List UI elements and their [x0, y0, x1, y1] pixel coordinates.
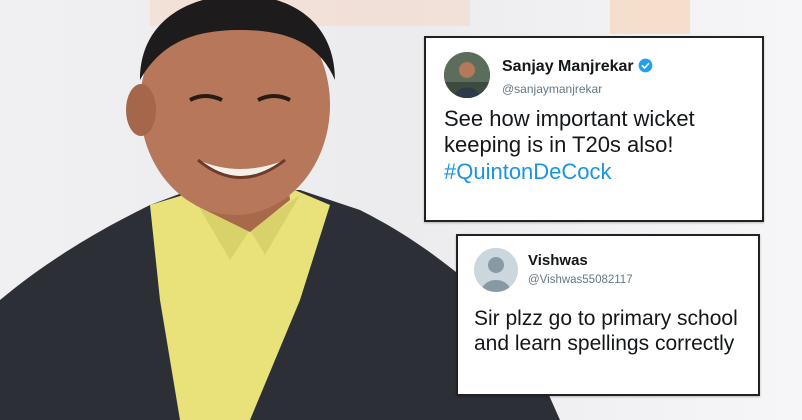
default-avatar-icon [474, 248, 518, 292]
tweet-author-name[interactable]: Sanjay Manjrekar [502, 58, 653, 76]
tweet-text: See how important wicket keeping is in T… [444, 106, 744, 185]
avatar[interactable] [474, 248, 518, 292]
profile-photo-icon [444, 52, 490, 98]
tweet-author-handle[interactable]: @Vishwas55082117 [528, 274, 633, 286]
verified-badge-icon [638, 58, 652, 73]
tweet-card-vishwas: Vishwas @Vishwas55082117 Sir plzz go to … [456, 234, 760, 396]
tweet-author-handle[interactable]: @sanjaymanjrekar [502, 82, 602, 96]
tweet-author-name-text[interactable]: Sanjay Manjrekar [502, 58, 634, 75]
avatar[interactable] [444, 52, 490, 98]
background-banner-right [610, 0, 690, 34]
tweet-text: Sir plzz go to primary school and learn … [474, 307, 738, 356]
meme-canvas: Sanjay Manjrekar @sanjaymanjrekar See ho… [0, 0, 802, 420]
tweet-author-name[interactable]: Vishwas [528, 252, 588, 269]
tweet-text-body: See how important wicket keeping is in T… [444, 106, 695, 158]
tweet-card-sanjay: Sanjay Manjrekar @sanjaymanjrekar See ho… [424, 36, 764, 222]
tweet-hashtag-link[interactable]: #QuintonDeCock [444, 159, 744, 185]
